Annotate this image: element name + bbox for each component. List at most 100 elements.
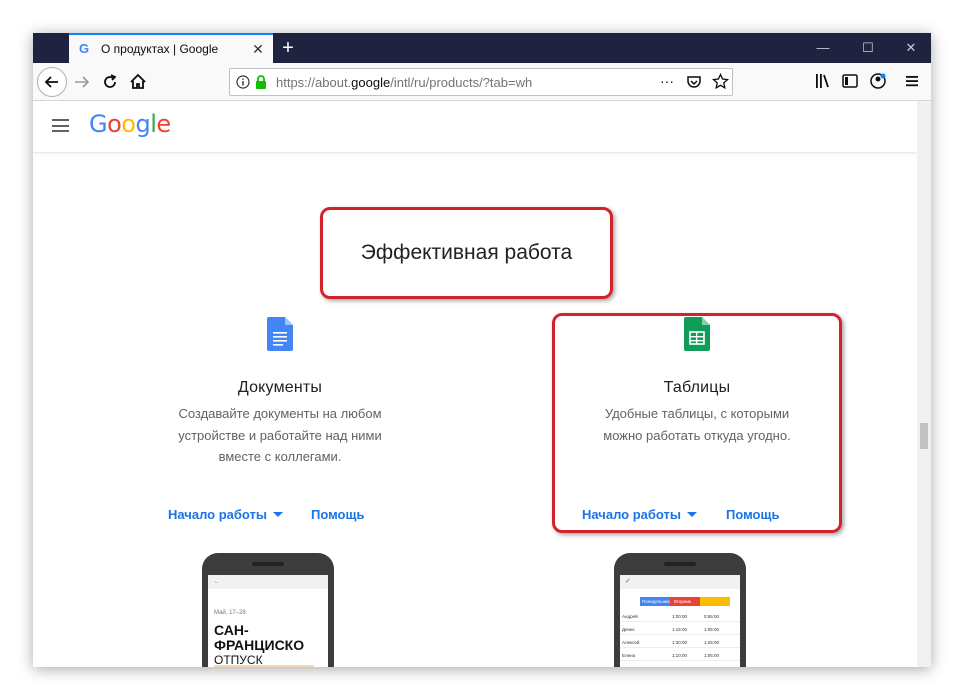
sheets-cell: 1:00:00 — [672, 614, 688, 619]
sheets-cell: Алексей — [622, 640, 640, 645]
bridge-illustration — [214, 665, 314, 667]
browser-tab[interactable]: G О продуктах | Google ✕ — [69, 33, 273, 63]
sheets-table-row: Денис 1:15:00 1:05:00 — [620, 624, 740, 635]
url-domain: google — [351, 75, 391, 90]
bookmark-star-icon[interactable] — [712, 73, 729, 90]
docs-description: Создавайте документы на любом устройстве… — [135, 403, 425, 468]
url-text: https://about.google/intl/ru/products/?t… — [276, 75, 532, 90]
url-path: /intl/ru/products/?tab=wh — [390, 75, 533, 90]
reload-icon[interactable] — [99, 71, 121, 93]
forward-arrow-icon[interactable] — [71, 71, 93, 93]
sheets-cell: 1:05:00 — [704, 653, 720, 658]
url-bar[interactable]: https://about.google/intl/ru/products/?t… — [229, 68, 733, 96]
docs-card: Документы Создавайте документы на любом … — [135, 313, 425, 533]
sheets-header-mon: Понедельник — [640, 597, 670, 606]
sheets-header-tue: Вторник — [670, 597, 700, 606]
docs-icon — [267, 317, 293, 351]
sheets-toolbar: ✓ — [620, 575, 740, 589]
docs-app-bar — [208, 575, 328, 589]
library-icon[interactable] — [813, 71, 833, 91]
navigation-bar: https://about.google/intl/ru/products/?t… — [33, 63, 931, 101]
sheets-phone-mockup: ✓ Понедельник Вторник Андрей 1:00:00 0:55:… — [614, 553, 746, 667]
docs-phone-screen: ← Май, 17–28 САН-ФРАНЦИСКО ОТПУСК — [208, 575, 328, 667]
sheets-table-row: Андрей 1:00:00 0:55:00 — [620, 611, 740, 622]
tab-close-icon[interactable]: ✕ — [251, 42, 265, 56]
sheets-cell: Степан — [622, 666, 637, 667]
minimize-button[interactable]: — — [800, 33, 846, 63]
sheets-cell: 1:00:00 — [672, 666, 687, 667]
sheets-icon — [684, 317, 710, 351]
docs-desc-line: вместе с коллегами. — [218, 449, 342, 464]
docs-help-link[interactable]: Помощь — [311, 507, 364, 522]
sheets-start-label: Начало работы — [582, 507, 681, 522]
page-viewport: Google Эффективная работа Документы Созд… — [33, 101, 917, 667]
sheets-phone-screen: ✓ Понедельник Вторник Андрей 1:00:00 0:55:… — [620, 575, 740, 667]
docs-headline: САН-ФРАНЦИСКО ОТПУСК — [214, 622, 328, 668]
menu-icon[interactable] — [902, 71, 922, 91]
docs-back-arrow-icon: ← — [214, 579, 220, 585]
caret-down-icon — [273, 512, 283, 517]
sheets-card: Таблицы Удобные таблицы, с которыми можн… — [552, 313, 842, 533]
bridge-photo — [214, 665, 314, 667]
google-favicon-icon: G — [79, 41, 90, 56]
logo-letter: o — [107, 110, 122, 138]
sheets-cell: Денис — [622, 627, 635, 632]
sheets-cell: 1:30:00 — [672, 640, 688, 645]
sheets-description: Удобные таблицы, с которыми можно работа… — [555, 403, 839, 446]
url-prefix: https://about. — [276, 75, 352, 90]
scroll-thumb[interactable] — [920, 423, 928, 449]
docs-desc-line: устройстве и работайте над ними — [178, 427, 382, 443]
phone-speaker — [664, 562, 696, 566]
docs-headline-1: САН-ФРАНЦИСКО — [214, 622, 305, 653]
back-arrow-icon — [44, 76, 58, 88]
sheets-cell: 0:55:00 — [704, 614, 720, 619]
home-icon[interactable] — [127, 71, 149, 93]
sheets-cell: Елена — [622, 653, 636, 658]
sheets-cell: 1:25:00 — [704, 640, 720, 645]
google-logo[interactable]: Google — [89, 110, 171, 138]
tab-title: О продуктах | Google — [101, 42, 219, 56]
sheets-cell: 1:15:00 — [672, 627, 688, 632]
logo-letter: o — [121, 110, 136, 138]
docs-start-label: Начало работы — [168, 507, 267, 522]
page-scrollbar[interactable] — [917, 101, 931, 667]
docs-phone-mockup: ← Май, 17–28 САН-ФРАНЦИСКО ОТПУСК — [202, 553, 334, 667]
sidebar-icon[interactable] — [840, 71, 860, 91]
phone-speaker — [252, 562, 284, 566]
sheets-header-tue-label: Вторник — [674, 599, 691, 604]
tab-bar: G О продуктах | Google ✕ + — ☐ ✕ — [33, 33, 931, 63]
sheets-table-row: Степан 1:00:00 0:55:00 — [620, 663, 740, 667]
logo-letter: e — [156, 110, 171, 138]
sheets-title: Таблицы — [663, 379, 731, 396]
back-button[interactable] — [37, 67, 67, 97]
lock-icon[interactable] — [254, 74, 268, 90]
browser-window: G О продуктах | Google ✕ + — ☐ ✕ https:/… — [33, 33, 931, 667]
new-tab-button[interactable]: + — [277, 37, 299, 59]
sheets-table-row: Елена 1:10:00 1:05:00 — [620, 650, 740, 661]
site-menu-icon[interactable] — [52, 119, 69, 132]
sheets-header-wed — [700, 597, 730, 606]
sheets-cell: 0:55:00 — [704, 666, 719, 667]
docs-title: Документы — [237, 379, 323, 396]
sheets-desc-line: можно работать откуда угодно. — [603, 427, 791, 443]
sheets-header-mon-label: Понедельник — [642, 599, 670, 604]
sheets-desc-line: Удобные таблицы, с которыми — [604, 406, 790, 421]
logo-letter: g — [135, 110, 151, 138]
sheets-help-link[interactable]: Помощь — [726, 507, 779, 522]
site-header: Google — [33, 101, 917, 153]
account-icon[interactable] — [868, 71, 888, 91]
sheets-cell: 1:10:00 — [672, 653, 688, 658]
logo-letter: G — [89, 110, 108, 138]
maximize-button[interactable]: ☐ — [845, 33, 891, 63]
sheets-table-row: Алексей 1:30:00 1:25:00 — [620, 637, 740, 648]
docs-desc-line: Создавайте документы на любом — [178, 406, 382, 421]
page-actions-more-icon[interactable]: ··· — [660, 73, 674, 89]
docs-start-dropdown[interactable]: Начало работы — [168, 507, 283, 522]
caret-down-icon — [687, 512, 697, 517]
sheets-start-dropdown[interactable]: Начало работы — [582, 507, 697, 522]
info-icon[interactable] — [236, 75, 250, 89]
sheets-cell: 1:05:00 — [704, 627, 720, 632]
sheets-cell: Андрей — [622, 614, 638, 619]
pocket-icon[interactable] — [686, 74, 702, 90]
window-close-button[interactable]: ✕ — [888, 33, 931, 63]
